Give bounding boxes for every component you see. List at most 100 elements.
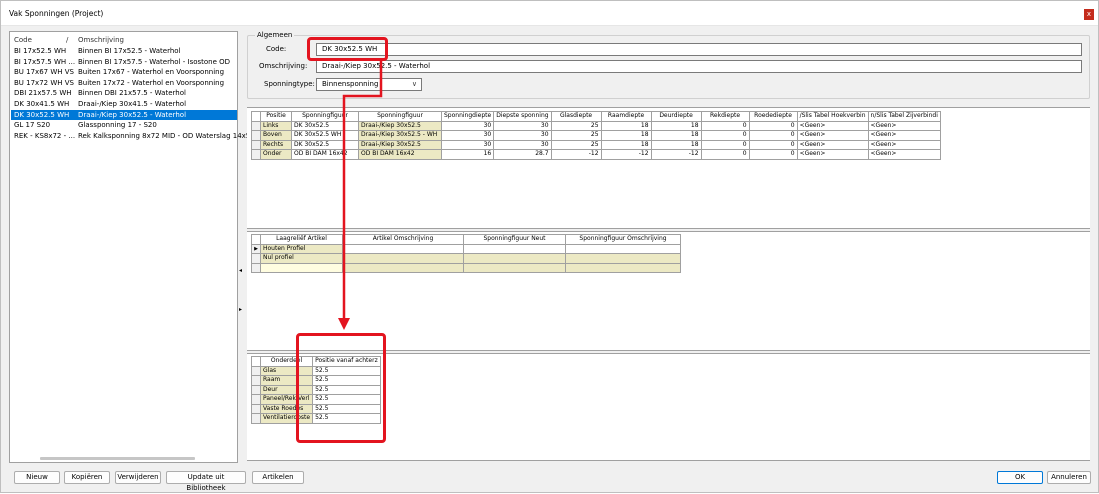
table-cell[interactable]: 25 <box>550 130 602 141</box>
row-selector[interactable] <box>251 253 261 264</box>
table-cell[interactable]: 0 <box>748 149 798 160</box>
list-item[interactable]: DBI 21x57.5 WH Binnen DBI 21x57.5 - Water… <box>11 88 237 98</box>
table-cell[interactable]: Draai-/Kiep 30x52.5 <box>358 139 442 150</box>
table-cell[interactable] <box>342 262 464 273</box>
table-cell[interactable]: 30 <box>440 139 495 150</box>
column-header[interactable]: Glasdiepte <box>550 111 602 122</box>
column-header[interactable]: Sponningfiguur <box>291 111 359 122</box>
table-cell[interactable]: 18 <box>650 130 702 141</box>
kopieren-button[interactable]: Kopiëren <box>64 471 110 484</box>
column-header[interactable]: Sponningfiguur <box>358 111 442 122</box>
table-cell[interactable]: 25 <box>550 139 602 150</box>
table-cell[interactable] <box>463 253 566 264</box>
row-selector[interactable] <box>251 384 261 395</box>
table-cell[interactable]: 18 <box>650 120 702 131</box>
column-header[interactable]: Raamdiepte <box>600 111 652 122</box>
table-cell[interactable]: 18 <box>600 139 652 150</box>
table-cell[interactable]: Draai-/Kiep 30x52.5 - WH <box>358 130 442 141</box>
list-item[interactable]: BI 17x52.5 WH Binnen BI 17x52.5 - Waterho… <box>11 46 237 56</box>
table-cell[interactable] <box>565 253 681 264</box>
column-header-omschrijving[interactable]: Omschrijving <box>78 36 124 44</box>
table-cell[interactable]: <Geen> <box>867 130 941 141</box>
table-cell[interactable]: Boven <box>260 130 292 141</box>
row-selector[interactable] <box>251 120 261 131</box>
table-cell[interactable]: <Geen> <box>867 139 941 150</box>
table-cell[interactable]: DK 30x52.5 <box>291 139 359 150</box>
row-selector[interactable] <box>251 139 261 150</box>
table-cell[interactable]: 18 <box>600 120 652 131</box>
table-cell[interactable]: 0 <box>748 139 798 150</box>
table-cell[interactable]: Onder <box>260 149 292 160</box>
verwijderen-button[interactable]: Verwijderen <box>115 471 161 484</box>
table-cell[interactable]: <Geen> <box>796 139 869 150</box>
table-cell[interactable]: 0 <box>700 120 750 131</box>
table-cell[interactable] <box>260 262 343 273</box>
table-cell[interactable]: 30 <box>440 130 495 141</box>
table-cell[interactable]: 30 <box>493 130 552 141</box>
column-header[interactable]: Positie <box>260 111 292 122</box>
row-selector[interactable] <box>251 375 261 386</box>
column-header[interactable]: Sponningfiguur Omschrijving <box>565 234 681 245</box>
column-header[interactable]: Artikel Omschrijving <box>342 234 464 245</box>
table-row[interactable]: Nul profiel <box>251 253 681 264</box>
table-row[interactable]: Onder OD BI DAM 16x42 OD BI DAM 16x42 16 28.… <box>251 149 941 160</box>
table-cell[interactable]: 0 <box>748 130 798 141</box>
table-row[interactable]: ▶ Houten Profiel <box>251 243 681 254</box>
table-cell[interactable]: 18 <box>600 130 652 141</box>
table-cell[interactable]: <Geen> <box>867 120 941 131</box>
table-cell[interactable]: Houten Profiel <box>260 243 343 254</box>
sponningtype-dropdown[interactable]: Binnensponning ∨ <box>316 78 422 91</box>
artikelen-button[interactable]: Artikelen <box>252 471 304 484</box>
row-selector[interactable]: ▶ <box>251 243 261 254</box>
list-item[interactable]: DK 30x52.5 WH Draai-/Kiep 30x52.5 - Water… <box>11 109 237 120</box>
table-row[interactable]: Boven DK 30x52.5 WH Draai-/Kiep 30x52.5 - … <box>251 130 941 141</box>
table-cell[interactable]: 30 <box>440 120 495 131</box>
list-item[interactable]: BU 17x72 WH VS Buiten 17x72 - Waterhol en… <box>11 78 237 88</box>
table-cell[interactable]: OD BI DAM 16x42 <box>291 149 359 160</box>
table-cell[interactable]: 28.7 <box>493 149 552 160</box>
column-header-code[interactable]: Code <box>14 36 32 44</box>
list-item[interactable]: DK 30x41.5 WH Draai-/Kiep 30x41.5 - Water… <box>11 99 237 109</box>
ok-button[interactable]: OK <box>997 471 1043 484</box>
row-selector[interactable] <box>251 403 261 414</box>
table-cell[interactable]: 30 <box>493 120 552 131</box>
table-cell[interactable] <box>342 243 464 254</box>
column-header[interactable]: Laagreliëf Artikel <box>260 234 343 245</box>
table-cell[interactable]: 30 <box>493 139 552 150</box>
update-uit-bibliotheek-button[interactable]: Update uit Bibliotheek <box>166 471 246 492</box>
table-cell[interactable]: Rechts <box>260 139 292 150</box>
table-row[interactable]: Links DK 30x52.5 Draai-/Kiep 30x52.5 30 30 25… <box>251 120 941 131</box>
list-item[interactable]: BU 17x67 WH VS Buiten 17x67 - Waterhol en… <box>11 67 237 77</box>
table-cell[interactable] <box>463 262 566 273</box>
table-cell[interactable]: <Geen> <box>796 120 869 131</box>
column-header[interactable]: Diepste sponning <box>493 111 552 122</box>
row-selector[interactable] <box>251 413 261 424</box>
table-cell[interactable]: 0 <box>700 149 750 160</box>
column-header[interactable]: Sponningdiepte <box>440 111 495 122</box>
table-cell[interactable] <box>342 253 464 264</box>
table-cell[interactable]: 25 <box>550 120 602 131</box>
table-cell[interactable]: -12 <box>550 149 602 160</box>
column-header[interactable]: /Slis Tabel Hoekverbin <box>796 111 869 122</box>
table-cell[interactable]: 0 <box>748 120 798 131</box>
row-selector[interactable] <box>251 365 261 376</box>
table-cell[interactable]: -12 <box>600 149 652 160</box>
table-cell[interactable]: <Geen> <box>796 130 869 141</box>
table-cell[interactable]: <Geen> <box>867 149 941 160</box>
table-cell[interactable]: OD BI DAM 16x42 <box>358 149 442 160</box>
close-button[interactable]: x <box>1084 9 1094 20</box>
nieuw-button[interactable]: Nieuw <box>14 471 60 484</box>
table-row[interactable] <box>251 262 681 273</box>
table-cell[interactable] <box>565 243 681 254</box>
table-cell[interactable]: 16 <box>440 149 495 160</box>
table-row[interactable]: Rechts DK 30x52.5 Draai-/Kiep 30x52.5 30 30 2… <box>251 139 941 150</box>
list-item[interactable]: REK - KS8x72 - ... Rek Kalksponning 8x72 … <box>11 131 255 141</box>
list-item[interactable]: GL 17 S20 Glassponning 17 - S20 <box>11 120 237 130</box>
omschrijving-field[interactable]: Draai-/Kiep 30x52.5 - Waterhol <box>316 60 1082 73</box>
sponning-list[interactable]: Code / Omschrijving BI 17x52.5 WH Binnen … <box>9 31 255 463</box>
table-cell[interactable]: Draai-/Kiep 30x52.5 <box>358 120 442 131</box>
row-selector[interactable] <box>251 130 261 141</box>
column-header[interactable]: Rekdiepte <box>700 111 750 122</box>
code-field[interactable]: DK 30x52.5 WH <box>316 43 1082 56</box>
posities-grid[interactable]: Positie Sponningfiguur Sponningfiguur Sponn… <box>251 111 941 160</box>
